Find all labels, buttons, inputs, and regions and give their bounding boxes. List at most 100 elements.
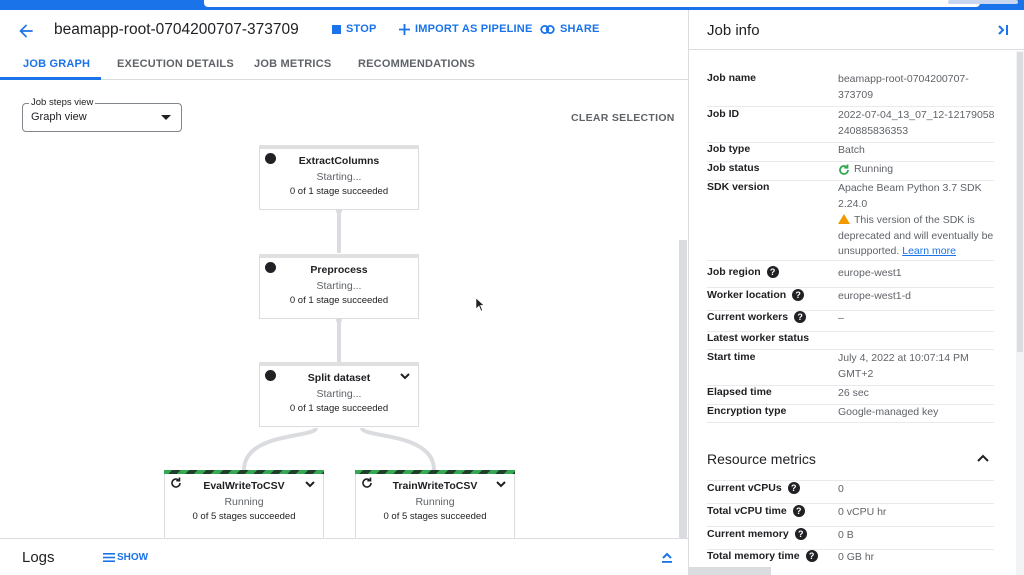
node-name: ExtractColumns [298,155,380,167]
current-vcpus-key: Current vCPUs [707,482,782,494]
tab-job-metrics[interactable]: JOB METRICS [254,58,331,70]
info-value: July 4, 2022 at 10:07:14 PM GMT+2 [838,352,969,380]
graph-vertical-scrollbar[interactable] [679,240,687,540]
node-name: TrainWriteToCSV [392,480,478,492]
node-stages: 0 of 5 stages succeeded [383,511,487,522]
metric-value: 0 [838,483,844,495]
job-info-scroll-thumb[interactable] [1017,52,1023,352]
info-key: SDK version [707,181,770,193]
node-name: EvalWriteToCSV [203,480,285,492]
collapse-panel-icon[interactable] [996,23,1010,37]
help-icon[interactable]: ? [787,482,800,494]
logs-show-button[interactable]: SHOW [103,552,148,563]
info-row-job-status: Job status Running [707,162,994,181]
job-header: beamapp-root-0704200707-373709 STOP IMPO… [0,10,689,50]
logs-show-label: SHOW [117,552,149,563]
graph-node-preprocess[interactable]: Preprocess Starting... 0 of 1 stage succ… [259,254,419,319]
info-row-latest-worker-status: Latest worker status [707,332,994,350]
help-icon[interactable]: ? [794,311,807,323]
info-row-job-region: Job region? europe-west1 [707,266,994,288]
chevron-down-icon[interactable] [496,481,506,488]
help-icon[interactable]: ? [805,550,818,562]
job-info-title: Job info [707,22,760,39]
tab-execution-details[interactable]: EXECUTION DETAILS [117,58,234,70]
graph-node-split-dataset[interactable]: Split dataset Starting... 0 of 1 stage s… [259,362,419,427]
sdk-warning: This version of the SDK is deprecated an… [838,213,996,260]
metric-row-total-vcpu-time: Total vCPU time? 0 vCPU hr [707,505,994,527]
metric-key: Current vCPUs? [707,482,800,494]
metric-key: Current memory? [707,528,807,540]
current-memory-key: Current memory [707,528,789,540]
share-label: SHARE [560,23,600,35]
info-value: 2022-07-04_13_07_12-12179058240885836353 [838,109,995,137]
plus-icon [399,23,410,35]
back-arrow-icon[interactable] [16,21,36,41]
edge-split-eval [242,426,318,471]
info-row-sdk-version: SDK version Apache Beam Python 3.7 SDK 2… [707,181,994,261]
warning-icon [838,214,850,224]
graph-node-eval-write-to-csv[interactable]: EvalWriteToCSV Running 0 of 5 stages suc… [164,470,324,538]
info-value: beamapp-root-0704200707-373709 [838,73,969,101]
info-value: 26 sec [838,387,869,399]
running-progress-stripe [355,470,515,474]
node-stages: 0 of 1 stage succeeded [289,295,389,306]
info-row-start-time: Start time July 4, 2022 at 10:07:14 PM G… [707,351,994,386]
tab-recommendations[interactable]: RECOMMENDATIONS [358,58,475,70]
total-memory-time-key: Total memory time [707,550,800,562]
info-row-worker-location: Worker location? europe-west1-d [707,289,994,311]
info-row-job-type: Job type Batch [707,143,994,162]
help-icon[interactable]: ? [792,289,805,301]
metric-value: 0 GB hr [838,551,875,563]
node-name: Preprocess [310,264,368,276]
browser-top-strip [0,0,1024,10]
metric-row-current-memory: Current memory? 0 B [707,528,994,550]
metric-value: 0 B [838,529,854,541]
info-value: Google-managed key [838,406,939,418]
graph-node-train-write-to-csv[interactable]: TrainWriteToCSV Running 0 of 5 stages su… [355,470,515,538]
job-tabs: JOB GRAPH EXECUTION DETAILS JOB METRICS … [0,50,689,80]
browser-account-area [948,0,1018,4]
edge-extract-preprocess [337,211,341,253]
help-icon[interactable]: ? [794,528,807,540]
browser-search-bar[interactable] [204,0,980,7]
info-value: Batch [838,144,865,156]
info-key: Start time [707,351,756,363]
learn-more-link[interactable]: Learn more [902,245,956,257]
edge-preprocess-split [337,320,341,362]
chevron-down-icon[interactable] [400,373,410,380]
metric-key: Total memory time? [707,550,818,562]
info-value: – [838,312,844,324]
resource-metrics-header[interactable]: Resource metrics [707,451,994,481]
chevron-down-icon[interactable] [305,481,315,488]
info-key: Job type [707,143,751,155]
node-stages: 0 of 1 stage succeeded [289,186,389,197]
job-graph-canvas[interactable]: Job steps view Graph view CLEAR SELECTIO… [0,80,689,538]
node-status: Running [415,496,455,508]
sdk-version-value: Apache Beam Python 3.7 SDK 2.24.0 [838,182,982,210]
job-info-horizontal-scrollbar[interactable] [689,567,771,575]
help-icon[interactable]: ? [766,266,779,278]
import-as-pipeline-button[interactable]: IMPORT AS PIPELINE [399,23,532,35]
stop-button[interactable]: STOP [332,23,377,35]
chevron-up-icon[interactable] [977,454,989,462]
node-status: Running [224,496,264,508]
node-name: Split dataset [307,372,371,384]
graph-node-extract-columns[interactable]: ExtractColumns Starting... 0 of 1 stage … [259,145,419,210]
info-key: Encryption type [707,405,787,417]
help-icon[interactable]: ? [792,505,805,517]
node-stages: 0 of 5 stages succeeded [192,511,296,522]
stop-icon [332,24,341,34]
node-status: Starting... [316,171,362,183]
share-button[interactable]: SHARE [540,23,600,35]
info-value: europe-west1 [838,267,902,279]
total-vcpu-time-key: Total vCPU time [707,505,787,517]
expand-up-icon[interactable] [660,550,674,564]
tab-job-graph[interactable]: JOB GRAPH [23,58,90,70]
info-key: Job name [707,72,757,84]
info-key: Job region? [707,266,779,278]
info-key: Latest worker status [707,332,810,344]
worker-location-key: Worker location [707,289,787,301]
job-info-panel: Job info Job name beamapp-root-070420070… [689,10,1024,575]
info-value: Running [838,162,996,178]
info-key: Job ID [707,108,740,120]
